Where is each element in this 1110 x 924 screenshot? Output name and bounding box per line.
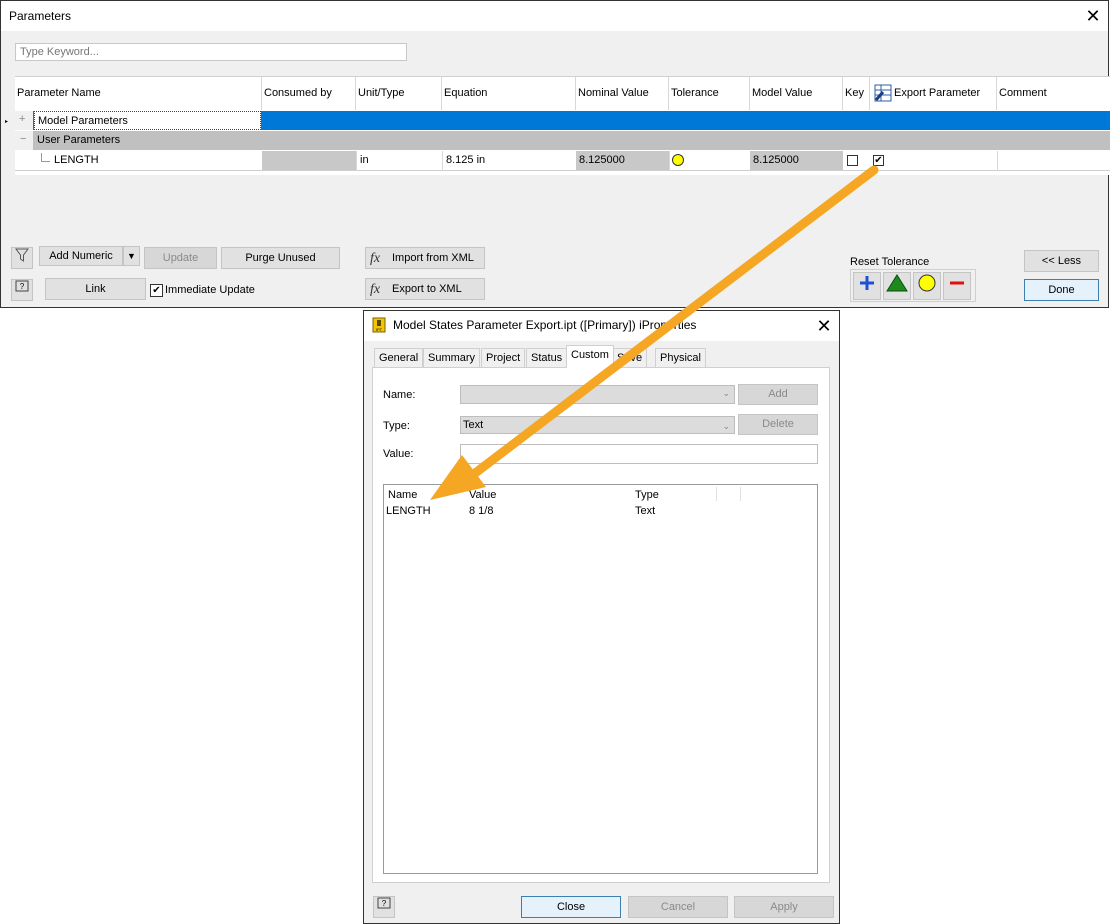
consumed-by-cell	[262, 151, 356, 170]
help-icon[interactable]: ?	[11, 279, 33, 301]
close-icon[interactable]: ✕	[812, 315, 836, 337]
svg-text:?: ?	[20, 282, 25, 291]
type-label: Type:	[383, 420, 410, 432]
value-input[interactable]	[460, 444, 818, 464]
column-header-export-parameter[interactable]: Export Parameter	[870, 77, 997, 110]
key-checkbox[interactable]	[847, 155, 858, 166]
chevron-down-icon: ⌄	[722, 388, 730, 398]
type-value: Text	[463, 419, 484, 431]
export-parameter-label: Export Parameter	[894, 87, 981, 99]
nominal-value-cell: 8.125000	[576, 151, 669, 170]
tab-project[interactable]: Project	[481, 348, 526, 367]
list-item[interactable]: LENGTH 8 1/8 Text	[384, 502, 817, 518]
model-parameters-label[interactable]: Model Parameters	[34, 111, 261, 130]
column-header-parameter-name[interactable]: Parameter Name	[15, 77, 262, 110]
link-button[interactable]: Link	[45, 278, 146, 300]
iproperties-dialog: IPT Model States Parameter Export.ipt ([…	[363, 310, 840, 924]
list-header-type[interactable]: Type	[635, 489, 659, 501]
type-combobox[interactable]: Text ⌄	[460, 416, 735, 434]
inventor-part-icon: IPT	[372, 317, 386, 333]
comment-cell[interactable]	[997, 151, 1110, 170]
tab-summary[interactable]: Summary	[423, 348, 481, 367]
done-button[interactable]: Done	[1024, 279, 1099, 301]
name-combobox[interactable]: ⌄	[460, 385, 735, 404]
add-button[interactable]: Add	[738, 384, 818, 405]
custom-properties-list: Name Value Type LENGTH 8 1/8 Text	[383, 484, 818, 874]
nominal-tolerance-circle-icon[interactable]	[913, 272, 941, 300]
collapse-minus-icon[interactable]: −	[20, 133, 26, 145]
dialog-title: Parameters	[9, 9, 72, 23]
value-label: Value:	[383, 448, 414, 460]
immediate-update-checkbox[interactable]: ✔	[150, 284, 163, 297]
purge-unused-button[interactable]: Purge Unused	[221, 247, 340, 269]
tolerance-circle-icon	[672, 154, 684, 166]
reset-tolerance-label: Reset Tolerance	[850, 256, 930, 268]
svg-text:IPT: IPT	[376, 327, 383, 332]
less-button[interactable]: << Less	[1024, 250, 1099, 272]
dialog-title: Model States Parameter Export.ipt ([Prim…	[393, 318, 697, 332]
tab-status[interactable]: Status	[526, 348, 568, 367]
parameter-name-cell[interactable]: LENGTH	[51, 151, 262, 170]
row-pointer-icon: ▸	[5, 119, 9, 125]
property-value: 8 1/8	[469, 505, 494, 517]
help-icon[interactable]: ?	[373, 896, 395, 918]
tab-general[interactable]: General	[374, 348, 424, 367]
tab-custom[interactable]: Custom	[566, 345, 614, 368]
chevron-down-icon: ⌄	[722, 421, 730, 431]
delete-button[interactable]: Delete	[738, 414, 818, 435]
export-parameter-icon	[873, 83, 893, 103]
user-parameters-label: User Parameters	[37, 134, 121, 146]
parameters-table: Parameter Name Consumed by Unit/Type Equ…	[5, 76, 1110, 175]
tab-physical[interactable]: Physical	[655, 348, 706, 367]
equation-cell[interactable]: 8.125 in	[442, 151, 576, 170]
cancel-button[interactable]: Cancel	[628, 896, 728, 918]
close-icon[interactable]: ✕	[1081, 5, 1105, 27]
export-to-xml-button[interactable]: fx Export to XML	[365, 278, 485, 300]
apply-button[interactable]: Apply	[734, 896, 834, 918]
update-button[interactable]: Update	[144, 247, 217, 269]
list-header-name[interactable]: Name	[388, 489, 417, 501]
column-divider	[716, 487, 717, 501]
column-header-nominal-value[interactable]: Nominal Value	[576, 77, 669, 110]
tab-save[interactable]: Save	[612, 348, 648, 367]
column-header-equation[interactable]: Equation	[442, 77, 576, 110]
close-button[interactable]: Close	[521, 896, 621, 918]
unit-type-cell[interactable]: in	[356, 151, 442, 170]
lower-tolerance-minus-icon[interactable]	[943, 272, 971, 300]
model-value-cell: 8.125000	[750, 151, 843, 170]
svg-text:?: ?	[382, 899, 387, 908]
export-to-xml-label: Export to XML	[392, 283, 462, 295]
title-bar	[1, 1, 1108, 31]
immediate-update-label: Immediate Update	[165, 284, 255, 296]
tolerance-cell[interactable]	[669, 151, 750, 170]
parameters-dialog: Parameters ✕ Parameter Name Consumed by …	[0, 0, 1110, 308]
import-from-xml-label: Import from XML	[392, 252, 474, 264]
upper-tolerance-plus-icon[interactable]	[853, 272, 881, 300]
column-header-tolerance[interactable]: Tolerance	[669, 77, 750, 110]
column-header-unit-type[interactable]: Unit/Type	[356, 77, 442, 110]
function-import-icon: fx	[370, 251, 381, 266]
name-label: Name:	[383, 389, 416, 401]
property-type: Text	[635, 505, 656, 517]
add-dropdown-chevron-icon[interactable]: ▼	[123, 246, 140, 266]
column-header-key[interactable]: Key	[843, 77, 870, 110]
import-from-xml-button[interactable]: fx Import from XML	[365, 247, 485, 269]
median-tolerance-triangle-icon[interactable]	[883, 272, 911, 300]
expand-plus-icon[interactable]: +	[19, 113, 30, 125]
keyword-search-input[interactable]	[15, 43, 407, 61]
function-export-icon: fx	[370, 282, 381, 297]
column-divider	[740, 487, 741, 501]
export-parameter-checkbox[interactable]: ✔	[873, 155, 884, 166]
filter-icon[interactable]	[11, 247, 33, 269]
column-header-consumed-by[interactable]: Consumed by	[262, 77, 356, 110]
tree-connector	[41, 153, 50, 162]
add-numeric-button[interactable]: Add Numeric	[39, 246, 123, 266]
property-name: LENGTH	[386, 505, 431, 517]
column-header-comment[interactable]: Comment	[997, 77, 1110, 110]
list-header-value[interactable]: Value	[469, 489, 496, 501]
column-header-model-value[interactable]: Model Value	[750, 77, 843, 110]
